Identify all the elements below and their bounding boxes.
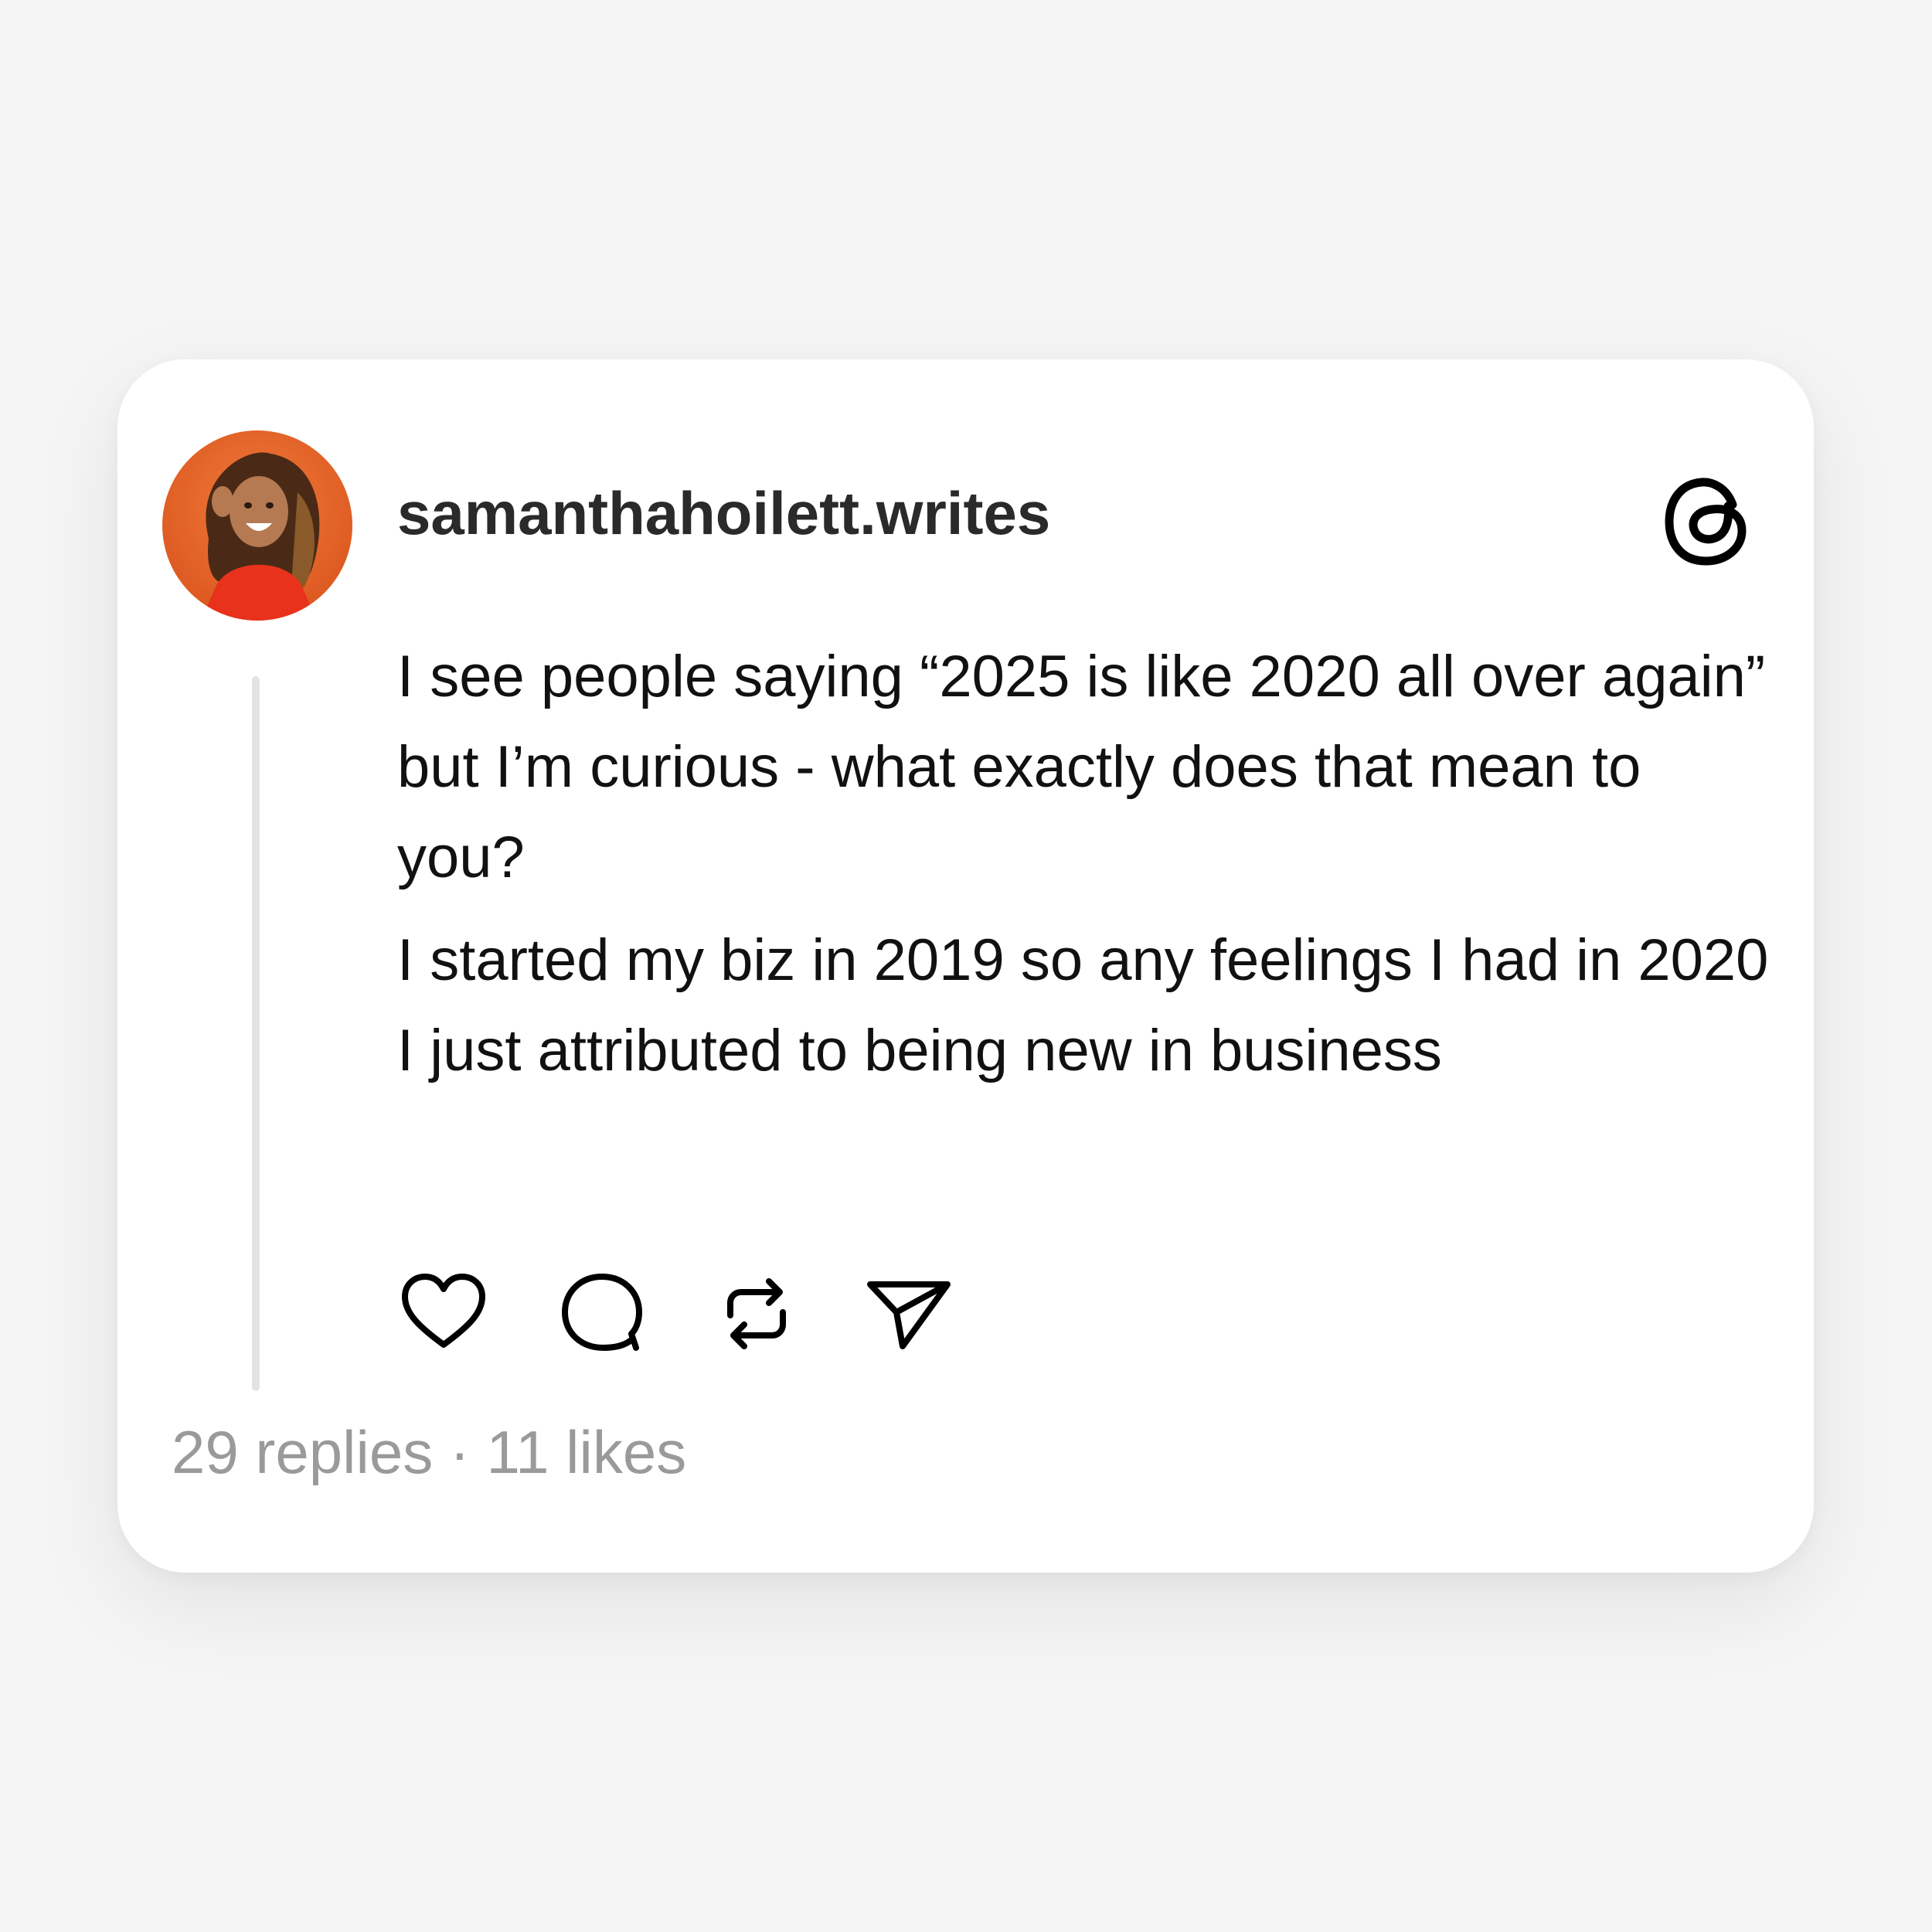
repost-icon[interactable] [710,1267,803,1360]
thread-line [252,676,260,1391]
post-card: samanthahoilett.writes I see people sayi… [117,359,1814,1573]
post-stats[interactable]: 29 replies · 11 likes [172,1422,686,1482]
comment-icon[interactable] [556,1267,648,1360]
heart-icon[interactable] [397,1267,490,1360]
avatar[interactable] [162,430,352,621]
share-icon[interactable] [862,1267,955,1360]
post-paragraph: I started my biz in 2019 so any feelings… [397,927,1769,1083]
threads-logo-icon[interactable] [1665,475,1750,568]
post-body: I see people saying “2025 is like 2020 a… [397,631,1781,1108]
username[interactable]: samanthahoilett.writes [397,483,1050,543]
page: samanthahoilett.writes I see people sayi… [0,0,1932,1932]
post-paragraph: I see people saying “2025 is like 2020 a… [397,644,1766,890]
